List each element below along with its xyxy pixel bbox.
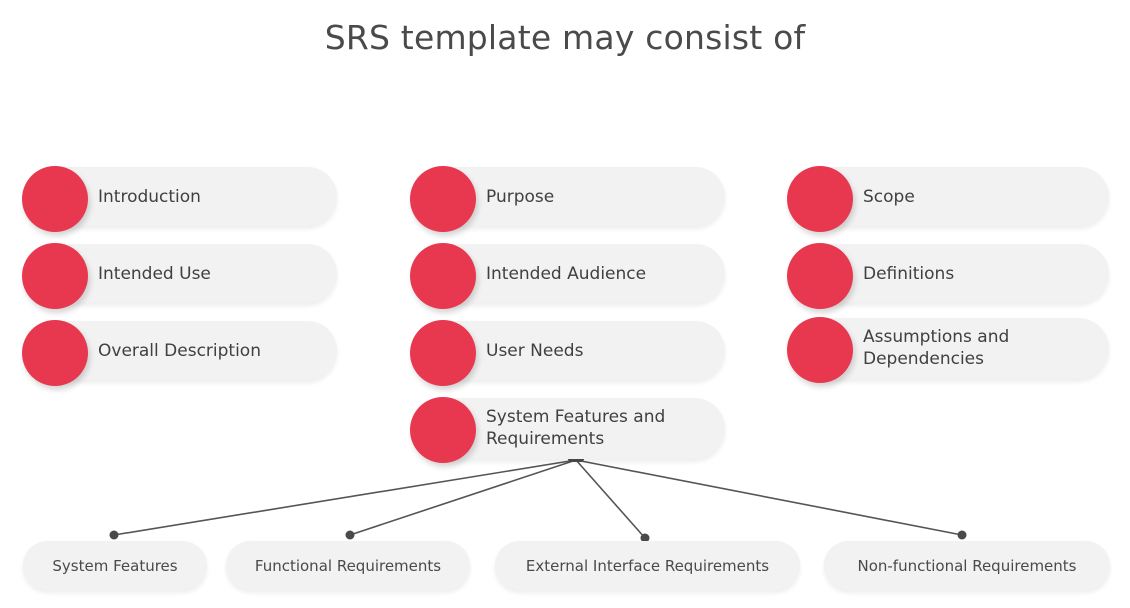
- node-label: System Features and Requirements: [486, 407, 666, 449]
- node-label: Introduction: [98, 187, 201, 207]
- bullet-icon: [22, 320, 88, 386]
- node-label: Intended Use: [98, 264, 211, 284]
- node-label: Assumptions and Dependencies: [863, 327, 1010, 369]
- bullet-icon: [22, 166, 88, 232]
- bullet-icon: [787, 166, 853, 232]
- bullet-icon: [410, 397, 476, 463]
- leaf-label: Non-functional Requirements: [857, 556, 1077, 575]
- leaf-external-interface-requirements[interactable]: External Interface Requirements: [495, 541, 800, 590]
- connector-line-1: [113, 459, 577, 536]
- node-label: Scope: [863, 187, 915, 207]
- leaf-non-functional-requirements[interactable]: Non-functional Requirements: [824, 541, 1110, 590]
- leaf-label: Functional Requirements: [254, 556, 442, 575]
- node-label: Definitions: [863, 264, 955, 284]
- bullet-icon: [787, 243, 853, 309]
- connector-endpoint-1: [109, 530, 119, 540]
- bullet-icon: [410, 320, 476, 386]
- bullet-icon: [410, 243, 476, 309]
- leaf-label: External Interface Requirements: [525, 556, 770, 575]
- node-label: Purpose: [486, 187, 555, 207]
- diagram-canvas: SRS template may consist of Introduction…: [0, 0, 1130, 608]
- leaf-functional-requirements[interactable]: Functional Requirements: [226, 541, 470, 590]
- bullet-icon: [410, 166, 476, 232]
- connector-line-4: [575, 459, 963, 536]
- leaf-system-features[interactable]: System Features: [23, 541, 207, 590]
- node-label: User Needs: [486, 341, 584, 361]
- page-title: SRS template may consist of: [324, 18, 806, 57]
- connector-lines: [109, 456, 967, 543]
- leaf-label: System Features: [52, 556, 178, 575]
- connector-line-2: [349, 459, 577, 536]
- connector-endpoint-4: [957, 530, 967, 540]
- connector-endpoint-2: [345, 530, 355, 540]
- connector-line-3: [575, 459, 646, 539]
- bullet-icon: [787, 317, 853, 383]
- node-label: Overall Description: [98, 341, 261, 361]
- bullet-icon: [22, 243, 88, 309]
- node-label: Intended Audience: [486, 264, 647, 284]
